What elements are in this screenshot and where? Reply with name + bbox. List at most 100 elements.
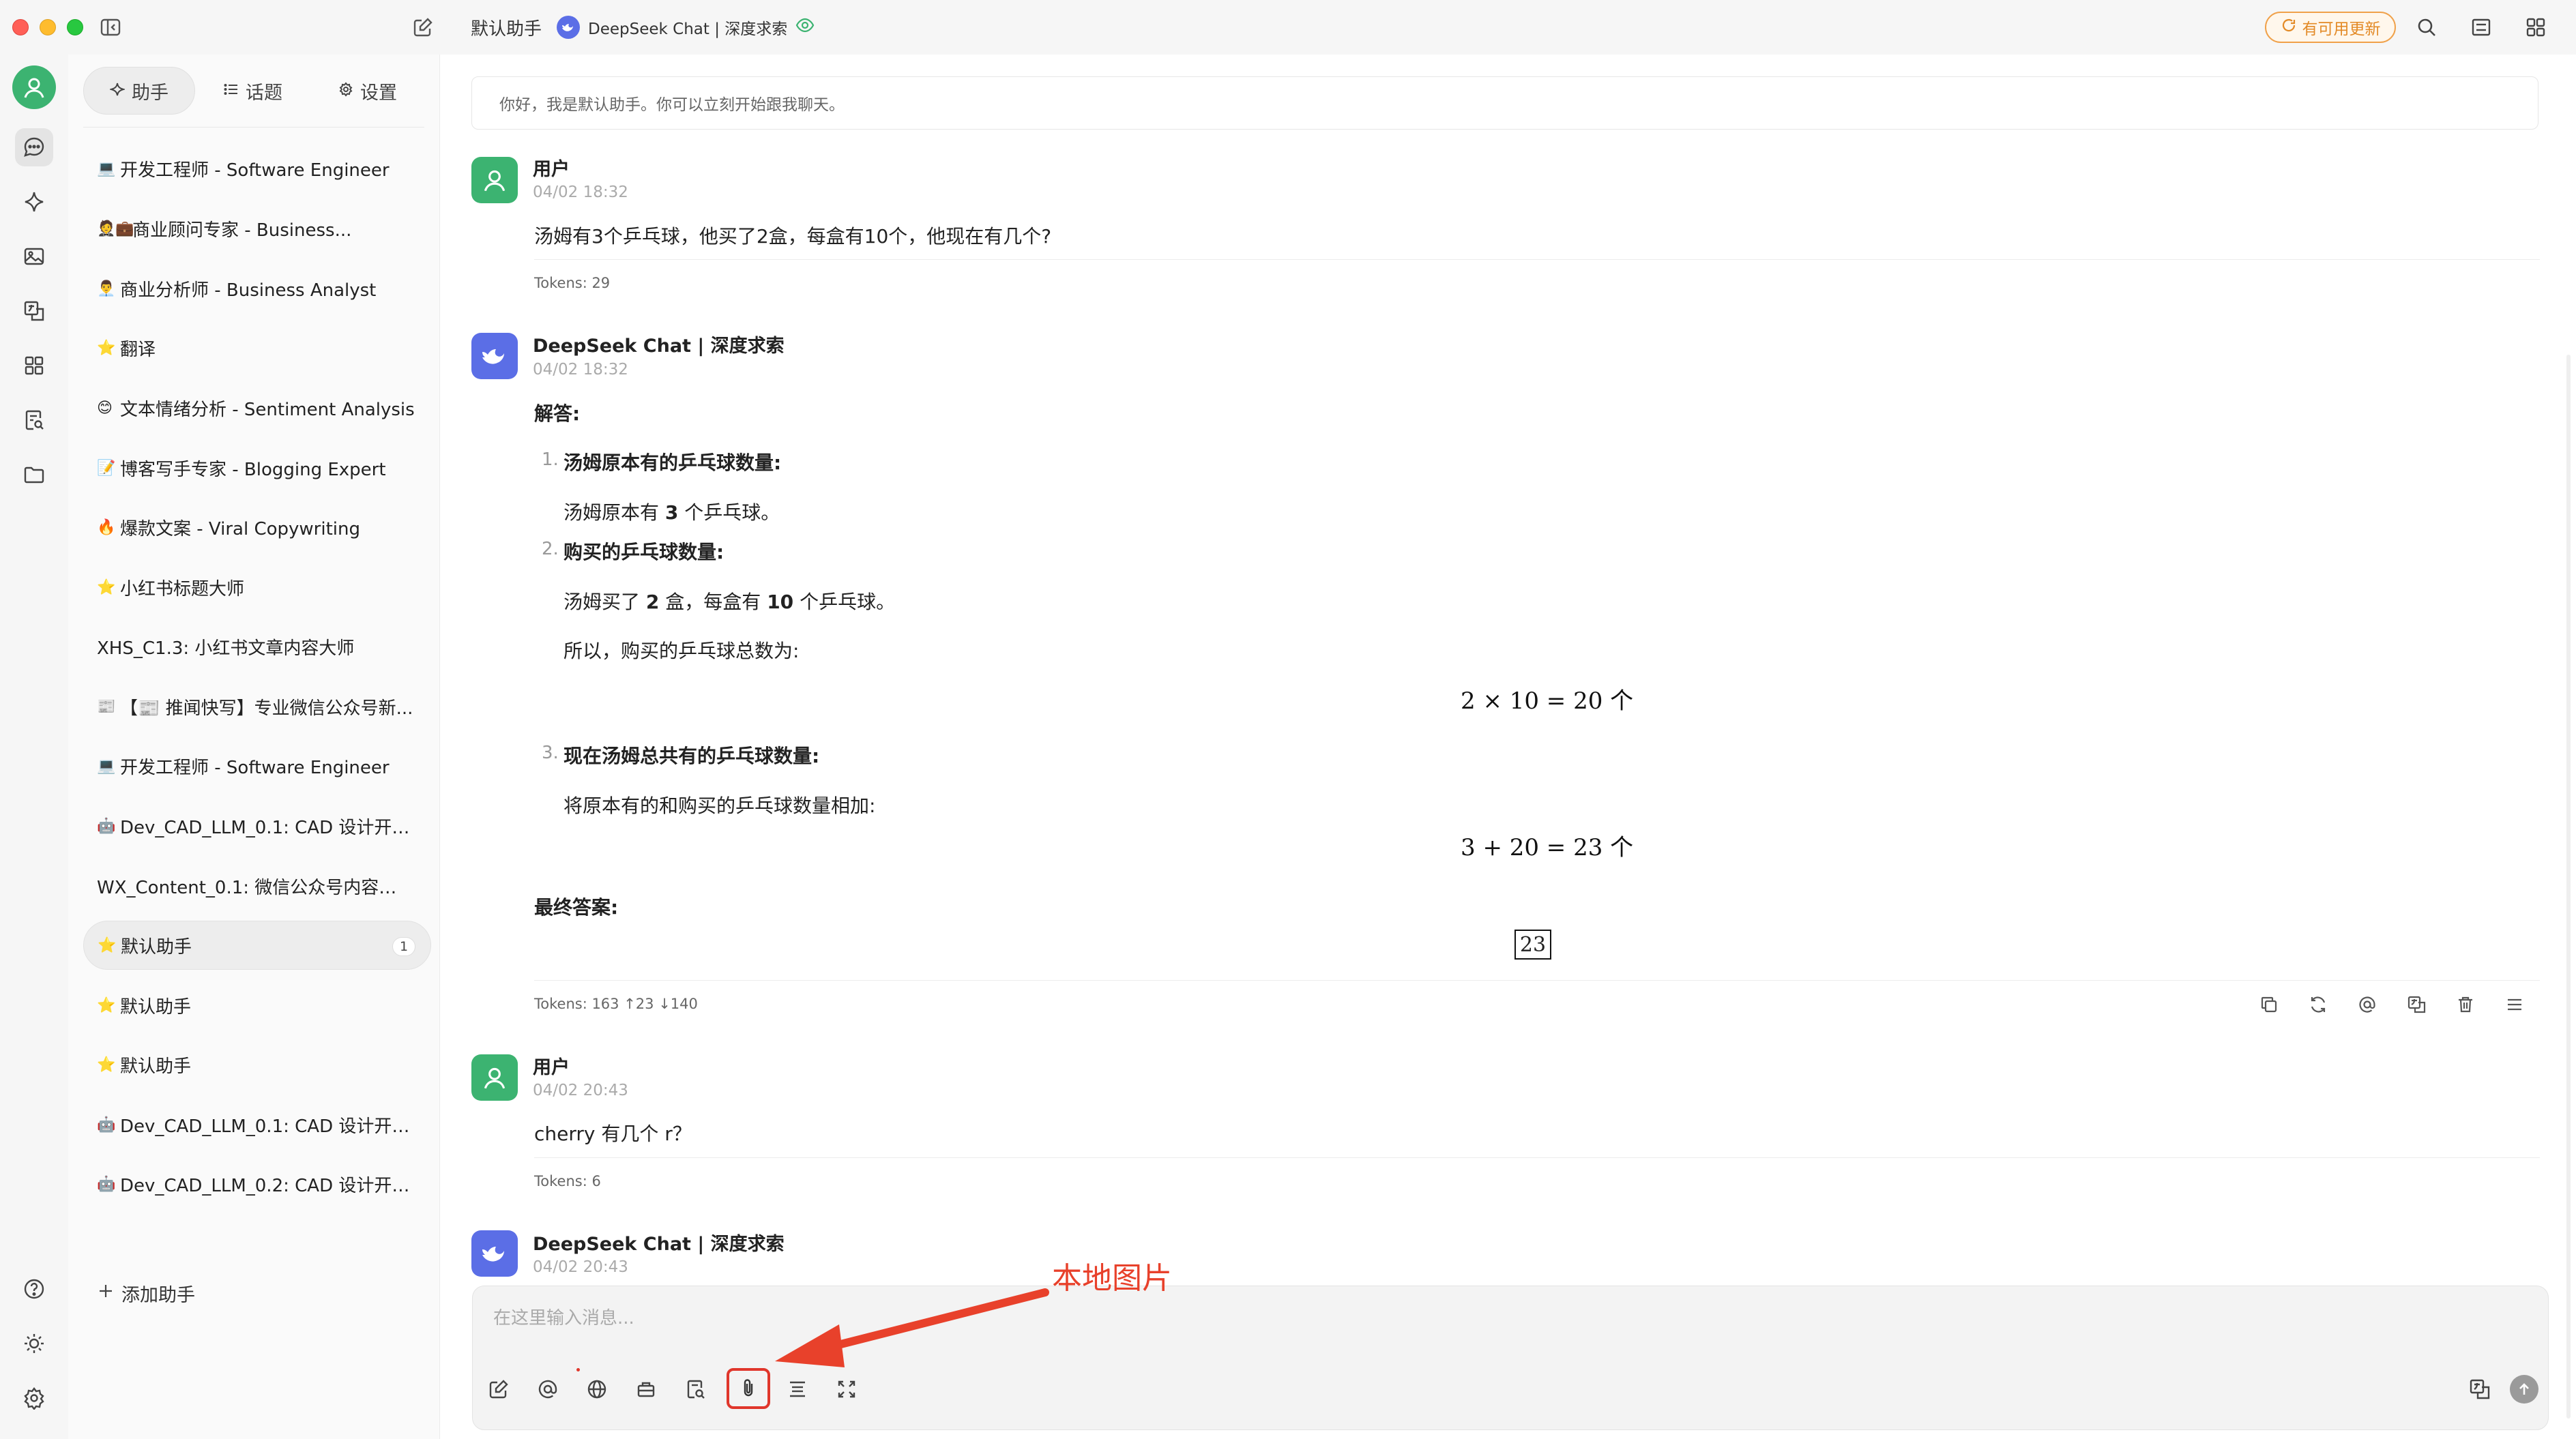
chat-icon[interactable] [15,128,53,166]
assistant-emoji: 🤖 [97,817,116,835]
step-text: 所以，购买的乒乓球总数为: [564,640,800,662]
topics-panel-icon[interactable] [2468,14,2495,41]
assistant-label: 【📰 推闻快写】专业微信公众号新... [120,698,413,719]
math-equation: 3 + 20 = 23 个 [1461,834,1634,861]
assistant-emoji: 💻 [97,160,116,177]
assistant-item[interactable]: 💻 开发工程师 - Software Engineer [83,144,431,193]
assistant-item[interactable]: 🤖 Dev_CAD_LLM_0.2: CAD 设计开发... [83,1159,431,1208]
model-name: DeepSeek Chat | 深度求索 [588,20,788,38]
annotation-label: 本地图片 [1052,1261,1172,1296]
assistant-label: 文本情绪分析 - Sentiment Analysis [120,399,415,420]
search-icon[interactable] [2413,14,2440,41]
send-button[interactable] [2510,1375,2538,1404]
assistant-label: 开发工程师 - Software Engineer [120,160,390,181]
settings-gear-icon[interactable] [15,1379,53,1417]
delete-icon[interactable] [2452,991,2479,1018]
assistant-emoji: ⭐ [97,996,116,1014]
mention-icon[interactable] [531,1373,564,1406]
message-input-box: 在这里输入消息... [472,1286,2549,1430]
notification-dot [576,1368,580,1371]
step-title: 汤姆原本有的乒乓球数量: [564,451,782,474]
assistant-item[interactable]: 🤖 Dev_CAD_LLM_0.1: CAD 设计开发... [83,1100,431,1149]
image-icon[interactable] [15,237,53,276]
list-number: 2. [542,539,559,559]
assistant-emoji: 😊 [97,399,113,417]
tab-topics-label: 话题 [246,82,282,104]
knowledge-base-icon[interactable] [679,1373,712,1406]
assistant-item[interactable]: 📰 【📰 推闻快写】专业微信公众号新... [83,682,431,731]
message-text: cherry 有几个 r？ [534,1123,692,1145]
assistant-item[interactable]: ⭐ 翻译 [83,323,431,372]
more-menu-icon[interactable] [2501,991,2528,1018]
assistant-item[interactable]: 🤖 Dev_CAD_LLM_0.1: CAD 设计开发... [83,801,431,850]
boxed-answer: 23 [1514,930,1551,960]
translate-input-icon[interactable] [2463,1373,2496,1406]
assistant-item-active[interactable]: ⭐ 默认助手 1 [83,921,431,970]
close-window-button[interactable] [12,19,29,35]
message-time: 04/02 18:32 [533,183,628,201]
new-topic-icon[interactable] [482,1373,515,1406]
assistant-label: 商业分析师 - Business Analyst [120,280,377,301]
list-icon [224,80,239,102]
answer-heading: 解答: [534,402,581,425]
divider [534,980,2540,981]
assistant-item[interactable]: 📝 博客写手专家 - Blogging Expert [83,443,431,492]
regenerate-icon[interactable] [2304,991,2332,1018]
assistant-item[interactable]: ⭐ 默认助手 [83,1040,431,1089]
maximize-window-button[interactable] [67,19,83,35]
plus-icon [97,1282,115,1305]
layout-grid-icon[interactable] [2522,14,2549,41]
translate-icon[interactable] [15,292,53,330]
sidebar-toggle-icon[interactable] [98,15,123,40]
assistant-item[interactable]: ⭐ 小红书标题大师 [83,563,431,612]
step-text: 汤姆买了 2 盒，每盒有 10 个乒乓球。 [564,591,896,613]
translate-message-icon[interactable] [2403,991,2430,1018]
expand-icon[interactable] [830,1373,863,1406]
assistant-item[interactable]: XHS_C1.3: 小红书文章内容大师 [83,622,431,671]
assistant-panel: 助手 话题 设置 💻 开发工程师 - Software Engineer 🤵💼 商业… [68,55,440,1439]
mcp-tools-icon[interactable] [630,1373,662,1406]
apps-grid-icon[interactable] [15,346,53,385]
divider [83,127,424,128]
minimize-window-button[interactable] [40,19,56,35]
scrollbar[interactable] [2566,355,2571,1419]
folder-icon[interactable] [15,456,53,494]
assistant-item[interactable]: 👨‍💼 商业分析师 - Business Analyst [83,264,431,313]
assistant-item[interactable]: 💻 开发工程师 - Software Engineer [83,741,431,790]
theme-sun-icon[interactable] [15,1324,53,1363]
help-icon[interactable] [15,1270,53,1308]
knowledge-search-icon[interactable] [15,401,53,439]
assistant-item[interactable]: ⭐ 默认助手 [83,981,431,1030]
message-input[interactable]: 在这里输入消息... [493,1304,634,1329]
assistant-item[interactable]: 😊 文本情绪分析 - Sentiment Analysis [83,383,431,432]
final-answer-heading: 最终答案: [534,896,619,919]
new-topic-icon[interactable] [411,15,435,40]
tab-topics[interactable]: 话题 [195,67,311,115]
assistant-label: 爆款文案 - Viral Copywriting [120,518,360,539]
chat-area: 你好，我是默认助手。你可以立刻开始跟我聊天。 用户 04/02 18:32 汤姆… [441,55,2576,1439]
web-search-globe-icon[interactable] [581,1373,613,1406]
assistant-emoji: 👨‍💼 [97,280,116,297]
eye-icon [795,16,815,39]
assistant-label: 默认助手 [121,936,192,958]
update-available-button[interactable]: 有可用更新 [2265,12,2396,43]
message-author: 用户 [533,159,570,180]
tab-assistants[interactable]: 助手 [83,67,195,115]
mention-model-icon[interactable] [2354,991,2381,1018]
assistant-label: Dev_CAD_LLM_0.1: CAD 设计开发... [120,1116,420,1137]
clear-context-icon[interactable] [781,1373,814,1406]
app-window: 默认助手 DeepSeek Chat | 深度求索 有可用更新 助手 话题 设置… [0,0,2576,1439]
model-selector[interactable]: DeepSeek Chat | 深度求索 [557,14,815,41]
math-equation: 2 × 10 = 20 个 [1461,687,1634,715]
attachment-paperclip-icon[interactable] [727,1368,770,1409]
user-avatar[interactable] [12,65,56,109]
assistant-item[interactable]: 🤵💼 商业顾问专家 - Business... [83,204,431,253]
add-assistant-button[interactable]: 添加助手 [97,1280,195,1307]
assistant-item[interactable]: WX_Content_0.1: 微信公众号内容大师 [83,861,431,910]
assistant-item[interactable]: 🔥 爆款文案 - Viral Copywriting [83,503,431,552]
tab-settings[interactable]: 设置 [311,67,424,115]
assistant-emoji: 📝 [97,459,116,477]
agents-sparkle-icon[interactable] [15,183,53,221]
gear-icon [338,80,353,102]
copy-icon[interactable] [2255,991,2283,1018]
